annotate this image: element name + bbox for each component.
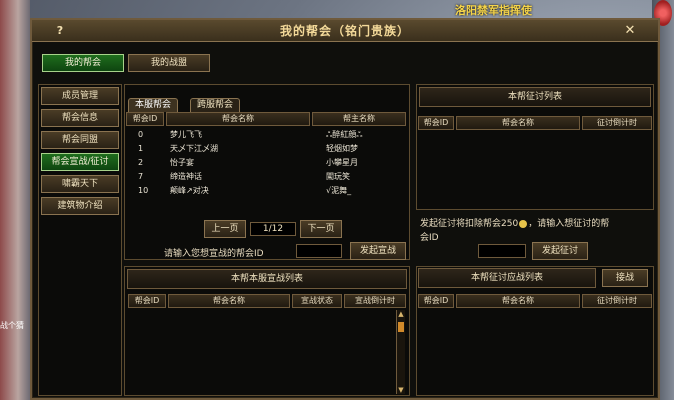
table-row[interactable]: 2 怡子宴 小攀星月 bbox=[126, 156, 406, 169]
expedition-guild-id-input[interactable] bbox=[478, 244, 526, 258]
guild-window: 我的帮会（铭门贵族） ? ✕ 我的帮会 我的战盟 成员管理 帮会信息 帮会同盟 … bbox=[30, 18, 660, 400]
tab-my-guild[interactable]: 我的帮会 bbox=[42, 54, 124, 72]
declare-guild-id-input[interactable] bbox=[296, 244, 342, 258]
scroll-up-icon[interactable]: ▲ bbox=[397, 310, 405, 318]
col-resp-guild-name: 帮会名称 bbox=[456, 294, 580, 308]
expedition-list-title: 本帮征讨列表 bbox=[419, 87, 651, 107]
tab-local-server[interactable]: 本服帮会 bbox=[128, 98, 179, 112]
col-exp-guild-id: 帮会ID bbox=[418, 116, 454, 130]
sidebar-item-guild-info[interactable]: 帮会信息 bbox=[41, 109, 119, 127]
scene-npc-title: 洛阳禁军指挥使 bbox=[455, 4, 532, 17]
window-title: 我的帮会（铭门贵族） bbox=[279, 24, 410, 38]
col-guild-id: 帮会ID bbox=[126, 112, 164, 126]
coin-icon bbox=[519, 219, 528, 228]
table-row[interactable]: 1 天乄下江乄湖 轻烟如梦 bbox=[126, 142, 406, 155]
sidebar-item-buildings[interactable]: 建筑物介绍 bbox=[41, 197, 119, 215]
page-indicator: 1/12 bbox=[250, 222, 296, 236]
sidebar-item-dominion[interactable]: 啸霸天下 bbox=[41, 175, 119, 193]
expedition-list-panel: 本帮征讨列表 bbox=[416, 84, 654, 210]
war-list-title: 本帮本服宣战列表 bbox=[127, 269, 407, 289]
war-list-panel: 本帮本服宣战列表 bbox=[124, 266, 410, 396]
table-row[interactable]: 10 颠峰↗对决 √泥舞_ bbox=[126, 184, 406, 197]
col-guild-name: 帮会名称 bbox=[166, 112, 310, 126]
start-expedition-button[interactable]: 发起征讨 bbox=[532, 242, 588, 260]
sidebar-item-members[interactable]: 成员管理 bbox=[41, 87, 119, 105]
close-button[interactable]: ✕ bbox=[622, 23, 638, 39]
sidebar-item-war[interactable]: 帮会宣战/征讨 bbox=[41, 153, 119, 171]
table-row[interactable]: 0 梦儿飞飞 ஃ醉紅顔ஃ bbox=[126, 128, 406, 141]
scene-left-edge bbox=[0, 0, 30, 400]
col-leader-name: 帮主名称 bbox=[312, 112, 406, 126]
tab-cross-server[interactable]: 跨服帮会 bbox=[190, 98, 241, 112]
col-war-guild-id: 帮会ID bbox=[128, 294, 166, 308]
tab-my-alliance[interactable]: 我的战盟 bbox=[128, 54, 210, 72]
window-titlebar[interactable]: 我的帮会（铭门贵族） bbox=[32, 20, 658, 42]
war-list-scrollbar[interactable]: ▲ ▼ bbox=[396, 310, 405, 394]
col-resp-guild-id: 帮会ID bbox=[418, 294, 454, 308]
scene-left-text: 战个猜 bbox=[0, 321, 24, 330]
col-war-guild-name: 帮会名称 bbox=[168, 294, 290, 308]
sidebar-item-alliance[interactable]: 帮会同盟 bbox=[41, 131, 119, 149]
next-page-button[interactable]: 下一页 bbox=[300, 220, 342, 238]
help-button[interactable]: ? bbox=[52, 23, 68, 39]
col-war-status: 宣战状态 bbox=[292, 294, 342, 308]
col-resp-countdown: 征讨倒计时 bbox=[582, 294, 652, 308]
expedition-notice: 发起征讨将扣除帮会250 ，请输入想征讨的帮 bbox=[420, 219, 610, 229]
col-exp-countdown: 征讨倒计时 bbox=[582, 116, 652, 130]
scroll-thumb[interactable] bbox=[398, 322, 404, 332]
declare-prompt: 请输入您想宣战的帮会ID bbox=[164, 249, 264, 259]
col-exp-guild-name: 帮会名称 bbox=[456, 116, 580, 130]
table-row[interactable]: 7 缔造神话 闖玩笑 bbox=[126, 170, 406, 183]
declare-war-button[interactable]: 发起宣战 bbox=[350, 242, 406, 260]
col-war-countdown: 宣战倒计时 bbox=[344, 294, 406, 308]
sidebar: 成员管理 帮会信息 帮会同盟 帮会宣战/征讨 啸霸天下 建筑物介绍 bbox=[38, 84, 122, 396]
scroll-down-icon[interactable]: ▼ bbox=[397, 386, 405, 394]
expedition-notice-line2: 会ID bbox=[420, 233, 439, 243]
prev-page-button[interactable]: 上一页 bbox=[204, 220, 246, 238]
response-list-title: 本帮征讨应战列表 bbox=[418, 268, 596, 288]
accept-battle-button[interactable]: 接战 bbox=[602, 269, 648, 287]
